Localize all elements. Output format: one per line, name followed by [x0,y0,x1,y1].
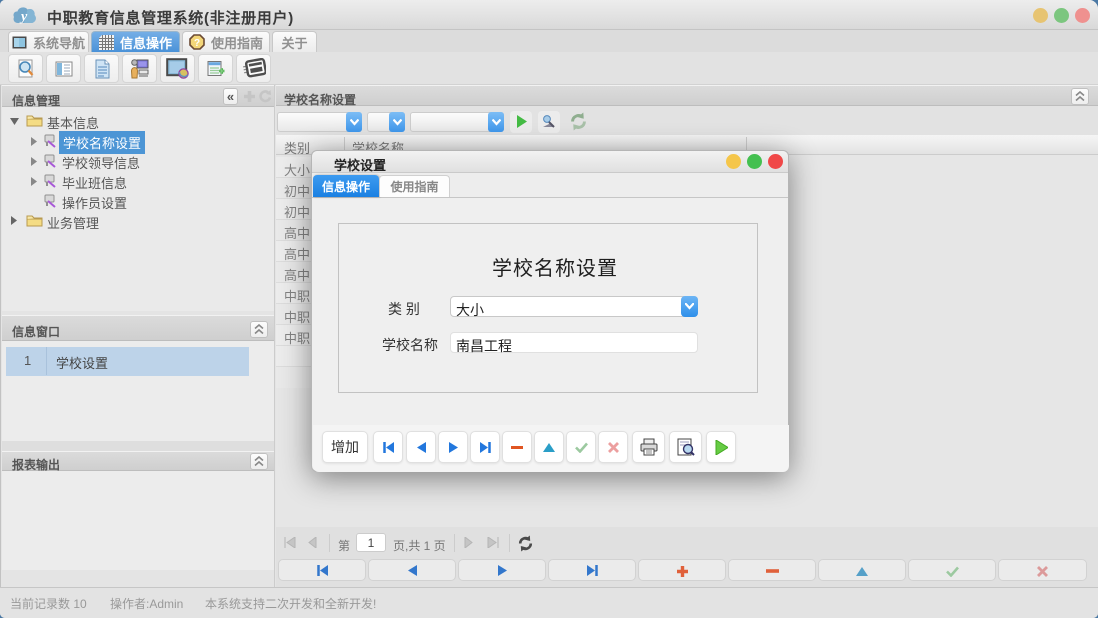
svg-text:y: y [19,10,28,25]
svg-text:?: ? [194,38,200,49]
